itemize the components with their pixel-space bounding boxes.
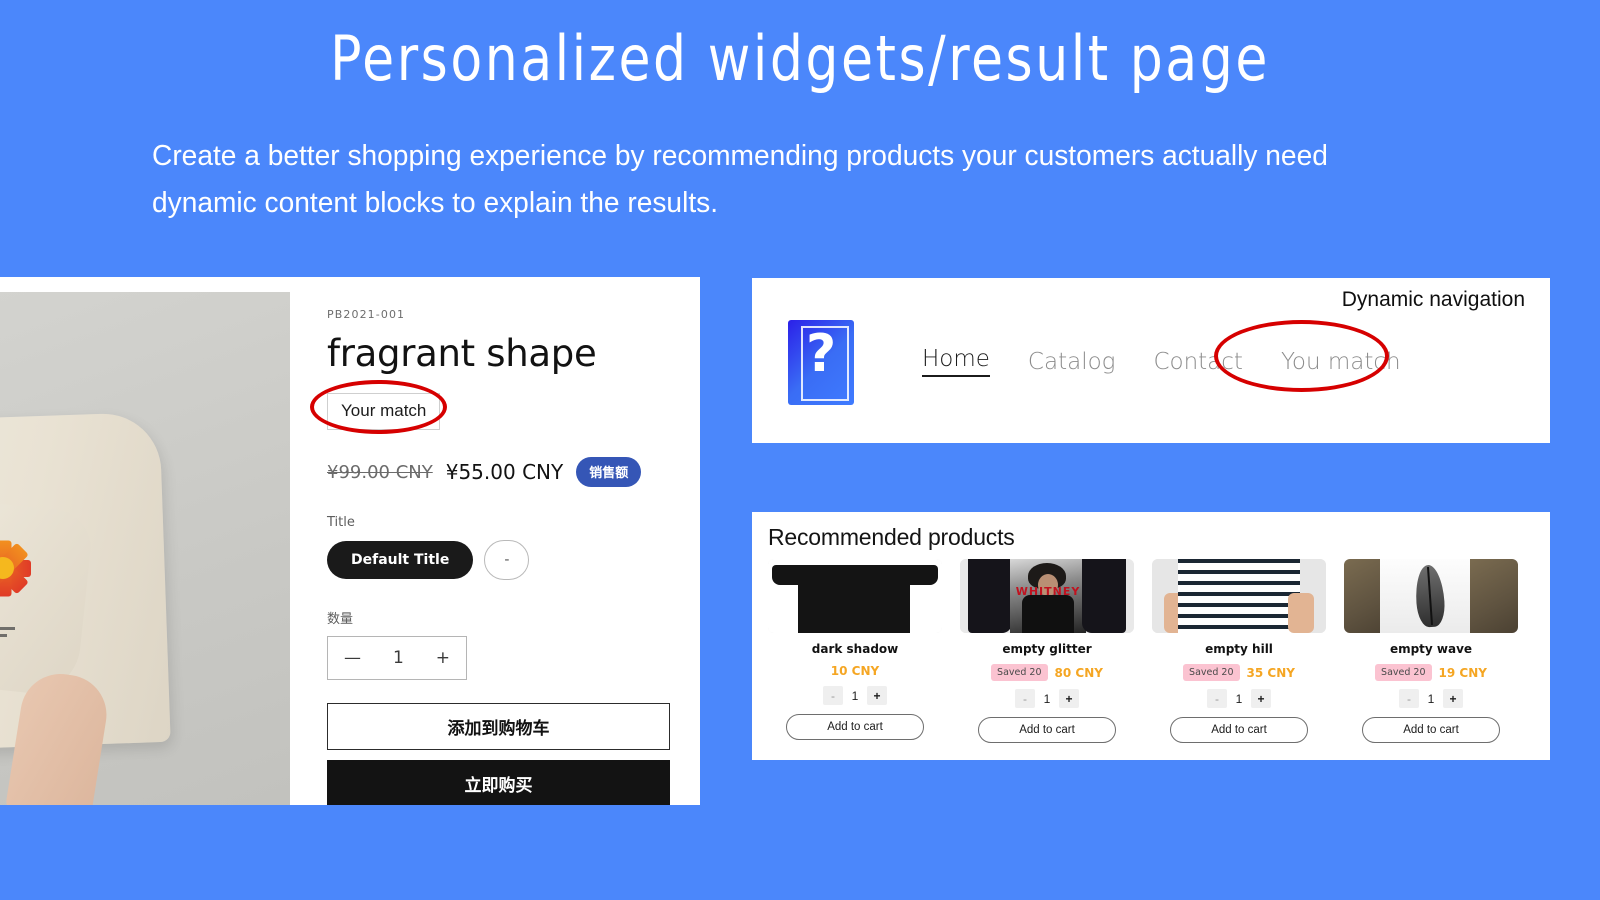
variant-option-dash[interactable]: -: [484, 540, 530, 580]
saved-badge: Saved 20: [1375, 664, 1432, 681]
sunburst-graphic-icon: [0, 532, 39, 604]
recommended-products-title: Recommended products: [768, 524, 1015, 550]
product-card[interactable]: empty wave Saved 20 19 CNY - 1 + Add to …: [1344, 559, 1518, 743]
product-card[interactable]: WHITNEY empty glitter Saved 20 80 CNY - …: [960, 559, 1134, 743]
quantity-stepper[interactable]: — 1 +: [327, 636, 467, 680]
quantity-increase-button[interactable]: +: [1251, 689, 1271, 708]
product-quantity-stepper[interactable]: - 1 +: [823, 686, 887, 705]
variant-label: Title: [327, 515, 355, 530]
product-price-row: Saved 20 19 CNY: [1375, 664, 1487, 681]
product-quantity-stepper[interactable]: - 1 +: [1207, 689, 1271, 708]
shirt-print-line: [0, 627, 15, 630]
nav-links: Home Catalog Contact You match: [922, 346, 1401, 377]
quantity-decrease-button[interactable]: -: [1015, 689, 1035, 708]
nav-link-home[interactable]: Home: [922, 346, 990, 377]
product-thumbnail[interactable]: WHITNEY: [960, 559, 1134, 633]
quantity-decrease-button[interactable]: —: [344, 648, 361, 668]
product-price: 35 CNY: [1246, 665, 1295, 680]
black-tshirt-image: [768, 559, 942, 633]
quantity-increase-button[interactable]: +: [1059, 689, 1079, 708]
quantity-decrease-button[interactable]: -: [1399, 689, 1419, 708]
product-image: [0, 292, 290, 805]
page-title: Personalized widgets/result page: [330, 22, 1270, 95]
product-quantity-stepper[interactable]: - 1 +: [1399, 689, 1463, 708]
product-name: empty hill: [1205, 642, 1273, 656]
quantity-value[interactable]: 1: [849, 689, 861, 703]
whitney-graphic-tshirt-image: WHITNEY: [960, 559, 1134, 633]
product-price-row: Saved 20 80 CNY: [991, 664, 1103, 681]
product-price: 80 CNY: [1054, 665, 1103, 680]
quantity-decrease-button[interactable]: -: [1207, 689, 1227, 708]
recommended-products-card: Recommended products dark shadow 10 CNY …: [752, 512, 1550, 760]
product-thumbnail[interactable]: [1152, 559, 1326, 633]
striped-tshirt-image: [1152, 559, 1326, 633]
nav-link-you-match[interactable]: You match: [1281, 349, 1401, 375]
question-mark-icon: ?: [806, 324, 837, 384]
your-match-badge-wrapper: Your match: [310, 380, 459, 434]
product-price: 10 CNY: [830, 664, 880, 678]
saved-badge: Saved 20: [991, 664, 1048, 681]
product-name: empty glitter: [1002, 642, 1092, 656]
feather-graphic-tshirt-image: [1344, 559, 1518, 633]
recommended-products-grid: dark shadow 10 CNY - 1 + Add to cart WHI…: [768, 559, 1534, 743]
variant-option-default-title[interactable]: Default Title: [327, 541, 474, 579]
shirt-print-line: [0, 634, 7, 637]
quantity-increase-button[interactable]: +: [867, 686, 887, 705]
add-to-cart-button[interactable]: Add to cart: [1362, 717, 1500, 743]
quantity-value[interactable]: 1: [1041, 692, 1053, 706]
quantity-increase-button[interactable]: +: [1443, 689, 1463, 708]
dynamic-navigation-note: Dynamic navigation: [1341, 288, 1525, 311]
current-price: ¥55.00 CNY: [445, 460, 564, 484]
quantity-decrease-button[interactable]: -: [823, 686, 843, 705]
product-detail-card: PB2021-001 fragrant shape Your match ¥99…: [0, 277, 700, 805]
product-price: 19 CNY: [1438, 665, 1487, 680]
add-to-cart-button[interactable]: 添加到购物车: [327, 703, 670, 750]
product-info: PB2021-001 fragrant shape Your match ¥99…: [310, 277, 677, 805]
product-price-row: Saved 20 35 CNY: [1183, 664, 1295, 681]
product-thumbnail[interactable]: [768, 559, 942, 633]
dynamic-navigation-card: Dynamic navigation ? Home Catalog Contac…: [752, 278, 1550, 443]
quantity-value[interactable]: 1: [1233, 692, 1245, 706]
variant-options: Default Title -: [327, 540, 677, 580]
sale-badge: 销售额: [576, 457, 642, 487]
product-quantity-stepper[interactable]: - 1 +: [1015, 689, 1079, 708]
add-to-cart-button[interactable]: Add to cart: [978, 717, 1116, 743]
nav-link-catalog[interactable]: Catalog: [1028, 349, 1116, 375]
product-card[interactable]: dark shadow 10 CNY - 1 + Add to cart: [768, 559, 942, 743]
broken-image-placeholder-icon: ?: [788, 320, 854, 405]
product-title: fragrant shape: [327, 332, 597, 375]
quantity-increase-button[interactable]: +: [436, 648, 450, 668]
your-match-badge[interactable]: Your match: [327, 393, 441, 430]
price-row: ¥99.00 CNY ¥55.00 CNY 销售额: [327, 457, 677, 487]
whitney-print-text: WHITNEY: [1015, 585, 1081, 598]
quantity-value[interactable]: 1: [1425, 692, 1437, 706]
quantity-label: 数量: [327, 612, 354, 627]
compare-at-price: ¥99.00 CNY: [327, 461, 433, 483]
buy-now-button[interactable]: 立即购买: [327, 760, 670, 805]
page-subtitle: Create a better shopping experience by r…: [152, 140, 1328, 219]
quantity-value[interactable]: 1: [393, 648, 404, 668]
add-to-cart-button[interactable]: Add to cart: [786, 714, 924, 740]
product-sku: PB2021-001: [327, 308, 406, 321]
nav-link-contact[interactable]: Contact: [1153, 349, 1242, 375]
product-name: dark shadow: [811, 642, 899, 656]
saved-badge: Saved 20: [1183, 664, 1240, 681]
product-price-row: 10 CNY: [831, 664, 879, 678]
product-card[interactable]: empty hill Saved 20 35 CNY - 1 + Add to …: [1152, 559, 1326, 743]
add-to-cart-button[interactable]: Add to cart: [1170, 717, 1308, 743]
product-name: empty wave: [1389, 642, 1473, 656]
product-thumbnail[interactable]: [1344, 559, 1518, 633]
